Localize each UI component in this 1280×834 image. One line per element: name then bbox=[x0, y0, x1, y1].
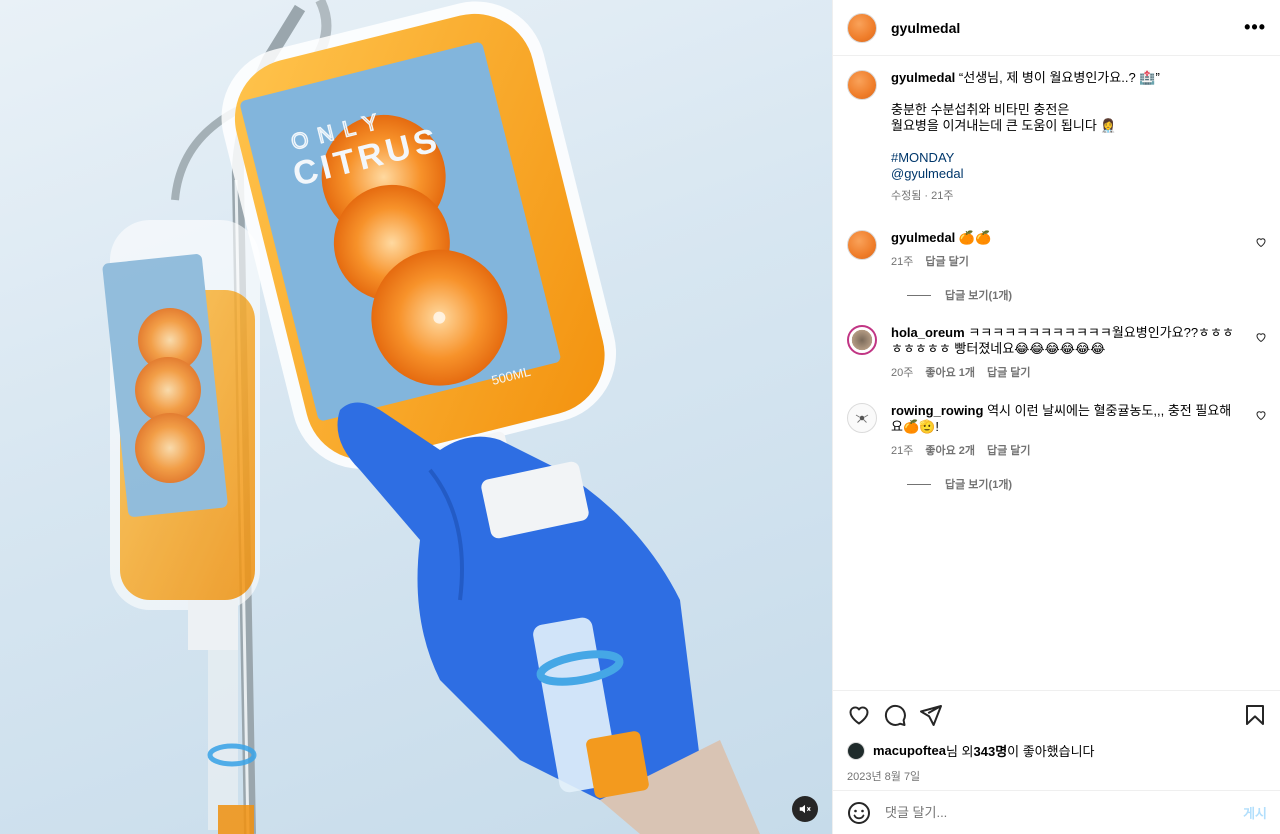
comment-time[interactable]: 21주 bbox=[891, 443, 913, 459]
post-date[interactable]: 2023년 8월 7일 bbox=[847, 768, 1267, 784]
comment-meta: 21주 좋아요 2개 답글 달기 bbox=[891, 443, 1237, 459]
comment-meta: 20주 좋아요 1개 답글 달기 bbox=[891, 365, 1237, 381]
post-actions: macupoftea 님 외 343명 이 좋아했습니다 2023년 8월 7일 bbox=[833, 690, 1280, 790]
emoji-smile-icon bbox=[848, 801, 870, 824]
replies-divider bbox=[907, 294, 931, 296]
commenter-username[interactable]: hola_oreum bbox=[891, 325, 965, 340]
like-comment-heart-icon[interactable] bbox=[1255, 409, 1267, 421]
post-side-panel: gyulmedal ••• gyulmedal “선생님, 제 병이 월요병인가… bbox=[832, 0, 1280, 834]
heart-icon bbox=[849, 706, 869, 725]
comments-section: gyulmedal “선생님, 제 병이 월요병인가요..? 🏥” 충분한 수분… bbox=[833, 56, 1280, 690]
post-image: ONLY CITRUS 500ML bbox=[102, 0, 760, 834]
comment-item: hola_oreum ㅋㅋㅋㅋㅋㅋㅋㅋㅋㅋㅋㅋ월요병인가요??ㅎㅎㅎㅎㅎㅎㅎㅎ … bbox=[847, 325, 1267, 381]
like-comment-heart-icon[interactable] bbox=[1255, 331, 1267, 343]
post-comment-button[interactable]: 게시 bbox=[1243, 803, 1267, 822]
back-iv-bag bbox=[102, 220, 260, 834]
caption: gyulmedal “선생님, 제 병이 월요병인가요..? 🏥” 충분한 수분… bbox=[847, 70, 1267, 204]
share-button[interactable] bbox=[919, 703, 943, 727]
comment-icon bbox=[884, 704, 906, 726]
view-replies-label: 답글 보기(1개) bbox=[945, 290, 1013, 302]
author-username[interactable]: gyulmedal bbox=[891, 20, 960, 36]
caption-meta: 수정됨 · 21주 bbox=[891, 188, 1237, 204]
caption-title: “선생님, 제 병이 월요병인가요..? 🏥” bbox=[958, 70, 1160, 85]
comment-likes[interactable]: 좋아요 1개 bbox=[925, 365, 975, 381]
caption-edited-time: 수정됨 · 21주 bbox=[891, 190, 954, 202]
likes-text-middle: 님 외 bbox=[945, 744, 974, 759]
comment-time[interactable]: 20주 bbox=[891, 365, 913, 381]
comment-input[interactable] bbox=[885, 805, 1244, 820]
likes-text-suffix: 이 좋아했습니다 bbox=[1007, 744, 1095, 759]
save-button[interactable] bbox=[1243, 703, 1267, 727]
replies-divider bbox=[907, 483, 931, 485]
volume-muted-icon bbox=[799, 804, 811, 814]
comment-button[interactable] bbox=[883, 703, 907, 727]
commenter-avatar[interactable] bbox=[847, 230, 877, 260]
avatar-illustration-icon bbox=[855, 414, 869, 423]
liker-avatar[interactable] bbox=[847, 741, 865, 760]
view-replies-button[interactable]: 답글 보기(1개) bbox=[907, 476, 1267, 492]
reply-button[interactable]: 답글 달기 bbox=[987, 443, 1031, 459]
emoji-button[interactable] bbox=[847, 801, 871, 825]
post-media[interactable]: ONLY CITRUS 500ML bbox=[0, 0, 832, 834]
caption-username[interactable]: gyulmedal bbox=[891, 70, 955, 85]
reply-button[interactable]: 답글 달기 bbox=[925, 254, 969, 270]
likes-summary[interactable]: macupoftea 님 외 343명 이 좋아했습니다 bbox=[847, 741, 1267, 760]
caption-line-1: 충분한 수분섭취와 비타민 충전은 bbox=[891, 102, 1070, 117]
commenter-username[interactable]: gyulmedal bbox=[891, 230, 955, 245]
add-comment-bar: 게시 bbox=[833, 790, 1280, 834]
commenter-avatar[interactable] bbox=[847, 403, 877, 433]
comment-item: rowing_rowing 역시 이런 날씨에는 혈중귤농도,,, 충전 필요해… bbox=[847, 403, 1267, 459]
commenter-avatar[interactable] bbox=[847, 325, 877, 355]
bookmark-icon bbox=[1246, 705, 1264, 725]
caption-avatar[interactable] bbox=[847, 70, 877, 100]
reply-button[interactable]: 답글 달기 bbox=[987, 365, 1031, 381]
comment-item: gyulmedal 🍊🍊 21주 답글 달기 bbox=[847, 230, 1267, 270]
like-comment-heart-icon[interactable] bbox=[1255, 236, 1267, 248]
mute-button[interactable] bbox=[792, 796, 818, 822]
comment-likes[interactable]: 좋아요 2개 bbox=[925, 443, 975, 459]
author-avatar[interactable] bbox=[847, 12, 877, 43]
liker-username[interactable]: macupoftea bbox=[873, 743, 946, 758]
comment-meta: 21주 답글 달기 bbox=[891, 254, 1237, 270]
caption-line-2: 월요병을 이겨내는데 큰 도움이 됩니다 👩‍⚕️ bbox=[891, 118, 1117, 133]
post-header: gyulmedal ••• bbox=[833, 0, 1280, 56]
caption-hashtag[interactable]: #MONDAY bbox=[891, 150, 1237, 166]
likes-count[interactable]: 343명 bbox=[974, 741, 1008, 760]
view-replies-button[interactable]: 답글 보기(1개) bbox=[907, 287, 1267, 303]
comment-time[interactable]: 21주 bbox=[891, 254, 913, 270]
commenter-username[interactable]: rowing_rowing bbox=[891, 403, 983, 418]
more-options-icon[interactable]: ••• bbox=[1244, 17, 1266, 38]
share-icon bbox=[920, 705, 942, 726]
like-button[interactable] bbox=[847, 703, 871, 727]
action-icon-row bbox=[847, 691, 1267, 735]
comment-text: 🍊🍊 bbox=[958, 230, 992, 245]
view-replies-label: 답글 보기(1개) bbox=[945, 479, 1013, 491]
caption-mention[interactable]: @gyulmedal bbox=[891, 166, 1237, 182]
